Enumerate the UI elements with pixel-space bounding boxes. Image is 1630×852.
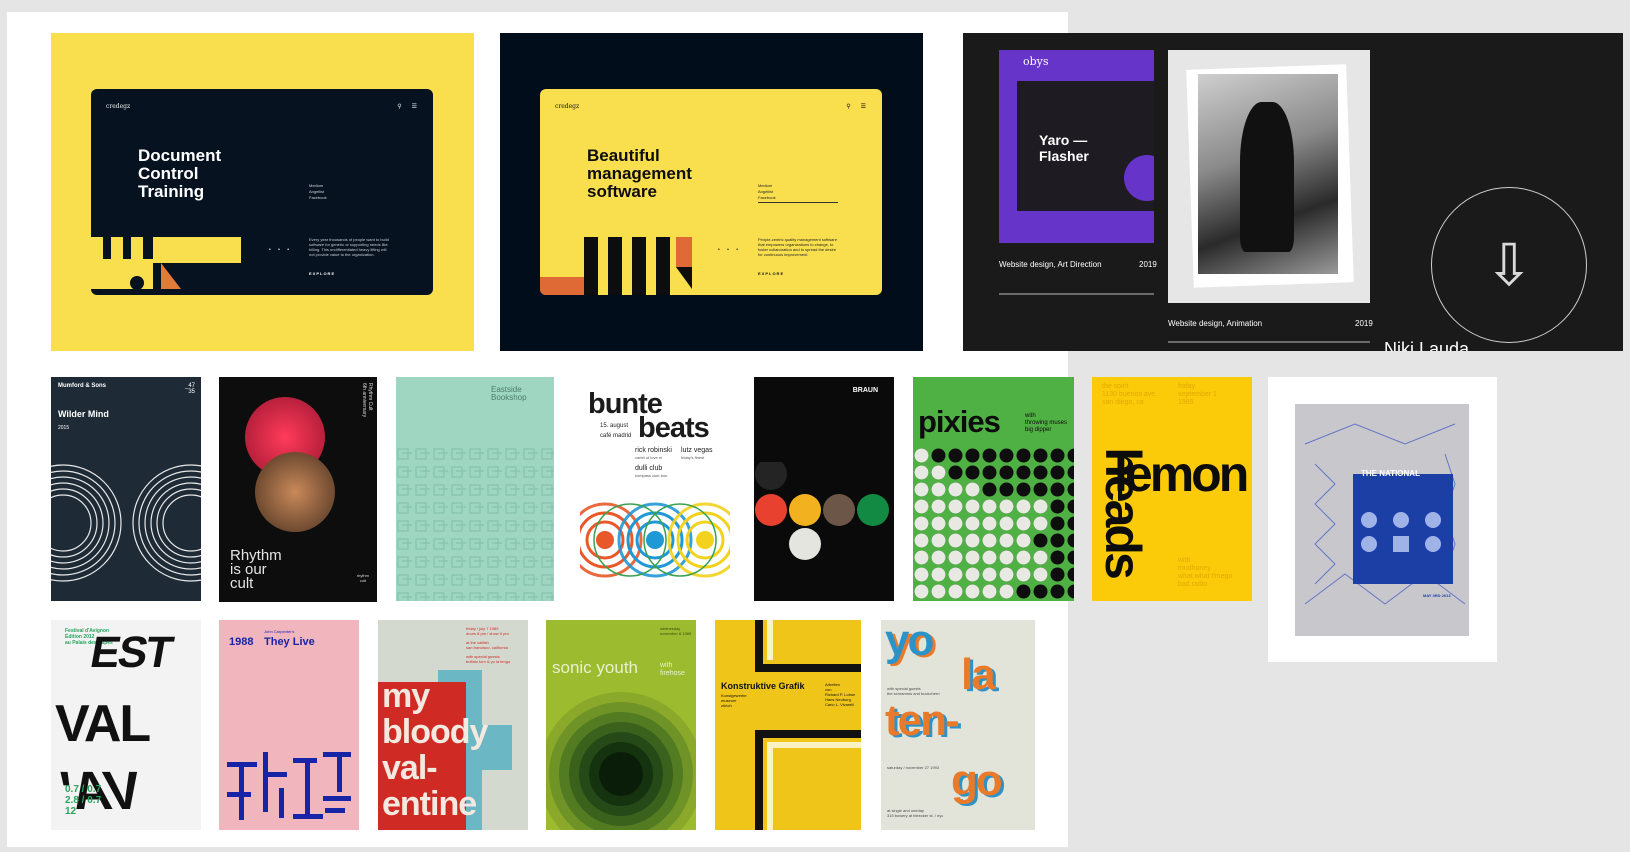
- black-bars-graphic: [540, 237, 692, 295]
- poster-rhythm-cult[interactable]: Rhythm is our cult Rhythm Cult 6th anniv…: [219, 377, 377, 602]
- credegz-hero-card-yellow[interactable]: credegz ⚲ ☰ Document Control Training Me…: [51, 33, 474, 351]
- menu-icon: ☰: [411, 104, 417, 110]
- blue-line-illustration: [1304, 423, 1466, 605]
- project-caption: Website design, Art Direction: [999, 260, 1102, 269]
- pager-dots: • • •: [269, 247, 293, 253]
- poster-braun[interactable]: BRAUN: [754, 377, 894, 601]
- concentric-circles-graphic: [580, 502, 730, 578]
- figure-silhouette: [1240, 102, 1294, 252]
- poster-sonic-youth[interactable]: wednesday november 8 1989 sonic youth wi…: [546, 620, 696, 830]
- credegz-hero-card-navy[interactable]: credegz ⚲ ☰ Beautiful management softwar…: [500, 33, 923, 351]
- concentric-green-circles-graphic: [546, 692, 696, 830]
- fashion-project-thumbnail[interactable]: [1168, 50, 1370, 303]
- search-icon: ⚲: [846, 104, 851, 110]
- social-links: Medium Angellist Facebook: [758, 183, 776, 200]
- scroll-down-button[interactable]: ⇩: [1431, 187, 1587, 343]
- credegz-logo: credegz: [555, 103, 580, 110]
- poster-pixies[interactable]: pixies with throwing muses big dipper: [913, 377, 1074, 601]
- project-caption: Website design, Animation: [1168, 319, 1263, 328]
- poster-eastside-bookshop[interactable]: Eastside Bookshop: [396, 377, 554, 601]
- hero-headline: Beautiful management software: [587, 146, 692, 201]
- hero-headline: Document Control Training: [138, 146, 222, 201]
- obys-project-thumbnail[interactable]: obys Yaro — Flasher: [999, 50, 1154, 243]
- poster-lemonheads[interactable]: the spirit 1130 buenos ave. san diego, c…: [1092, 377, 1252, 601]
- wave-circles-graphic: [51, 464, 201, 582]
- halftone-circles-graphic: [245, 397, 335, 532]
- search-icon: ⚲: [397, 104, 402, 110]
- color-dots-graphic: [755, 462, 889, 560]
- poster-wilder-mind[interactable]: Mumford & Sons _47 35 Wilder Mind 2015: [51, 377, 201, 601]
- explore-link: EXPLORE: [758, 271, 785, 276]
- yellow-block-graphic: [91, 237, 241, 290]
- explore-link: EXPLORE: [309, 271, 336, 276]
- hero-paragraph: Every year thousands of people want to b…: [309, 237, 389, 257]
- dot-grid-graphic: [913, 447, 1074, 601]
- glyph-shapes-graphic: [227, 752, 351, 820]
- poster-yo-la-tengo[interactable]: yo la with special guests the schramms a…: [881, 620, 1035, 830]
- next-project-title: Niki Lauda: [1384, 339, 1470, 351]
- hero-paragraph: People-centric quality management softwa…: [758, 237, 837, 257]
- menu-icon: ☰: [860, 104, 866, 110]
- project-year: 2019: [1355, 319, 1373, 328]
- project-title: Yaro — Flasher: [1039, 132, 1089, 164]
- credegz-logo: credegz: [106, 103, 131, 110]
- website-screenshot: credegz ⚲ ☰ Beautiful management softwar…: [540, 89, 882, 295]
- poster-festival-avignon[interactable]: Festival d'Avignon Édition 2012 au Palai…: [51, 620, 201, 830]
- geometric-pattern-graphic: [396, 447, 554, 601]
- purple-circle-graphic: [1124, 155, 1154, 201]
- poster-my-bloody-valentine[interactable]: friday / july 7 1989 doors 8 pm / show 9…: [378, 620, 528, 830]
- arrow-down-icon: ⇩: [1484, 233, 1534, 298]
- portfolio-panel[interactable]: obys Yaro — Flasher Website design, Art …: [963, 33, 1623, 351]
- website-screenshot: credegz ⚲ ☰ Document Control Training Me…: [91, 89, 433, 295]
- social-links: Medium Angellist Facebook: [309, 183, 327, 200]
- poster-bunte-beats[interactable]: bunte beats 15. august café madrid rick …: [580, 383, 730, 591]
- project-year: 2019: [1139, 260, 1157, 269]
- pager-dots: • • •: [718, 247, 742, 253]
- obys-logo: obys: [1023, 55, 1049, 68]
- black-lines-graphic: [755, 620, 861, 830]
- poster-konstruktive-grafik[interactable]: Konstruktive Grafik Kunstgewerbe museum …: [715, 620, 861, 830]
- poster-they-live[interactable]: 1988 John Carpenter's They Live: [219, 620, 359, 830]
- poster-the-national[interactable]: THE NATIONAL MAY 3RD 2013: [1268, 377, 1497, 662]
